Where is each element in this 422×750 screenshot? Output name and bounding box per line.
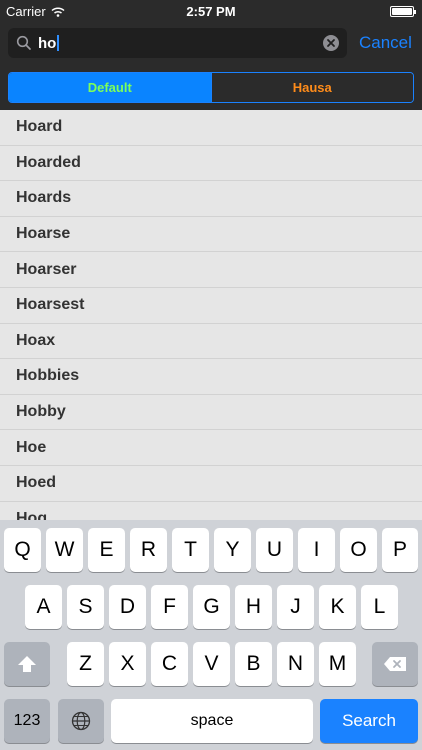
segment-default[interactable]: Default (9, 73, 211, 102)
keyboard: Q W E R T Y U I O P A S D F G H J K L Z … (0, 520, 422, 750)
search-bar: ho Cancel (0, 22, 422, 66)
key-u[interactable]: U (256, 528, 293, 572)
list-item[interactable]: Hoax (0, 324, 422, 360)
key-f[interactable]: F (151, 585, 188, 629)
segment-hausa[interactable]: Hausa (210, 73, 413, 102)
status-time: 2:57 PM (186, 4, 236, 19)
text-cursor (57, 35, 60, 51)
search-key[interactable]: Search (320, 699, 418, 743)
scope-bar: Default Hausa (0, 66, 422, 110)
key-m[interactable]: M (319, 642, 356, 686)
key-j[interactable]: J (277, 585, 314, 629)
key-i[interactable]: I (298, 528, 335, 572)
space-key[interactable]: space (111, 699, 313, 743)
key-o[interactable]: O (340, 528, 377, 572)
list-item[interactable]: Hog (0, 502, 422, 520)
key-t[interactable]: T (172, 528, 209, 572)
key-w[interactable]: W (46, 528, 83, 572)
list-item[interactable]: Hoe (0, 430, 422, 466)
key-k[interactable]: K (319, 585, 356, 629)
key-v[interactable]: V (193, 642, 230, 686)
shift-icon (18, 656, 36, 672)
status-bar: Carrier 2:57 PM (0, 0, 422, 22)
key-y[interactable]: Y (214, 528, 251, 572)
list-item[interactable]: Hoards (0, 181, 422, 217)
key-s[interactable]: S (67, 585, 104, 629)
key-p[interactable]: P (382, 528, 418, 572)
key-q[interactable]: Q (4, 528, 41, 572)
backspace-icon (384, 657, 406, 671)
list-item[interactable]: Hoard (0, 110, 422, 146)
numbers-key[interactable]: 123 (4, 699, 50, 743)
search-input[interactable]: ho (8, 28, 347, 58)
list-item[interactable]: Hoarsest (0, 288, 422, 324)
key-a[interactable]: A (25, 585, 62, 629)
key-g[interactable]: G (193, 585, 230, 629)
clear-search-icon[interactable] (323, 35, 339, 51)
key-n[interactable]: N (277, 642, 314, 686)
list-item[interactable]: Hoarse (0, 217, 422, 253)
key-h[interactable]: H (235, 585, 272, 629)
delete-key[interactable] (372, 642, 418, 686)
language-segmented-control: Default Hausa (8, 72, 414, 103)
shift-key[interactable] (4, 642, 50, 686)
cancel-button[interactable]: Cancel (359, 33, 412, 53)
search-icon (16, 35, 31, 50)
key-x[interactable]: X (109, 642, 146, 686)
list-item[interactable]: Hoarser (0, 252, 422, 288)
key-e[interactable]: E (88, 528, 125, 572)
key-r[interactable]: R (130, 528, 167, 572)
globe-key[interactable] (58, 699, 104, 743)
key-c[interactable]: C (151, 642, 188, 686)
results-list: Hoard Hoarded Hoards Hoarse Hoarser Hoar… (0, 110, 422, 520)
key-l[interactable]: L (361, 585, 398, 629)
list-item[interactable]: Hoarded (0, 146, 422, 182)
list-item[interactable]: Hobby (0, 395, 422, 431)
search-query-text: ho (38, 35, 57, 52)
battery-icon (390, 6, 416, 17)
search-query: ho (38, 35, 60, 52)
key-b[interactable]: B (235, 642, 272, 686)
key-z[interactable]: Z (67, 642, 104, 686)
list-item[interactable]: Hobbies (0, 359, 422, 395)
key-d[interactable]: D (109, 585, 146, 629)
list-item[interactable]: Hoed (0, 466, 422, 502)
globe-icon (71, 711, 91, 731)
